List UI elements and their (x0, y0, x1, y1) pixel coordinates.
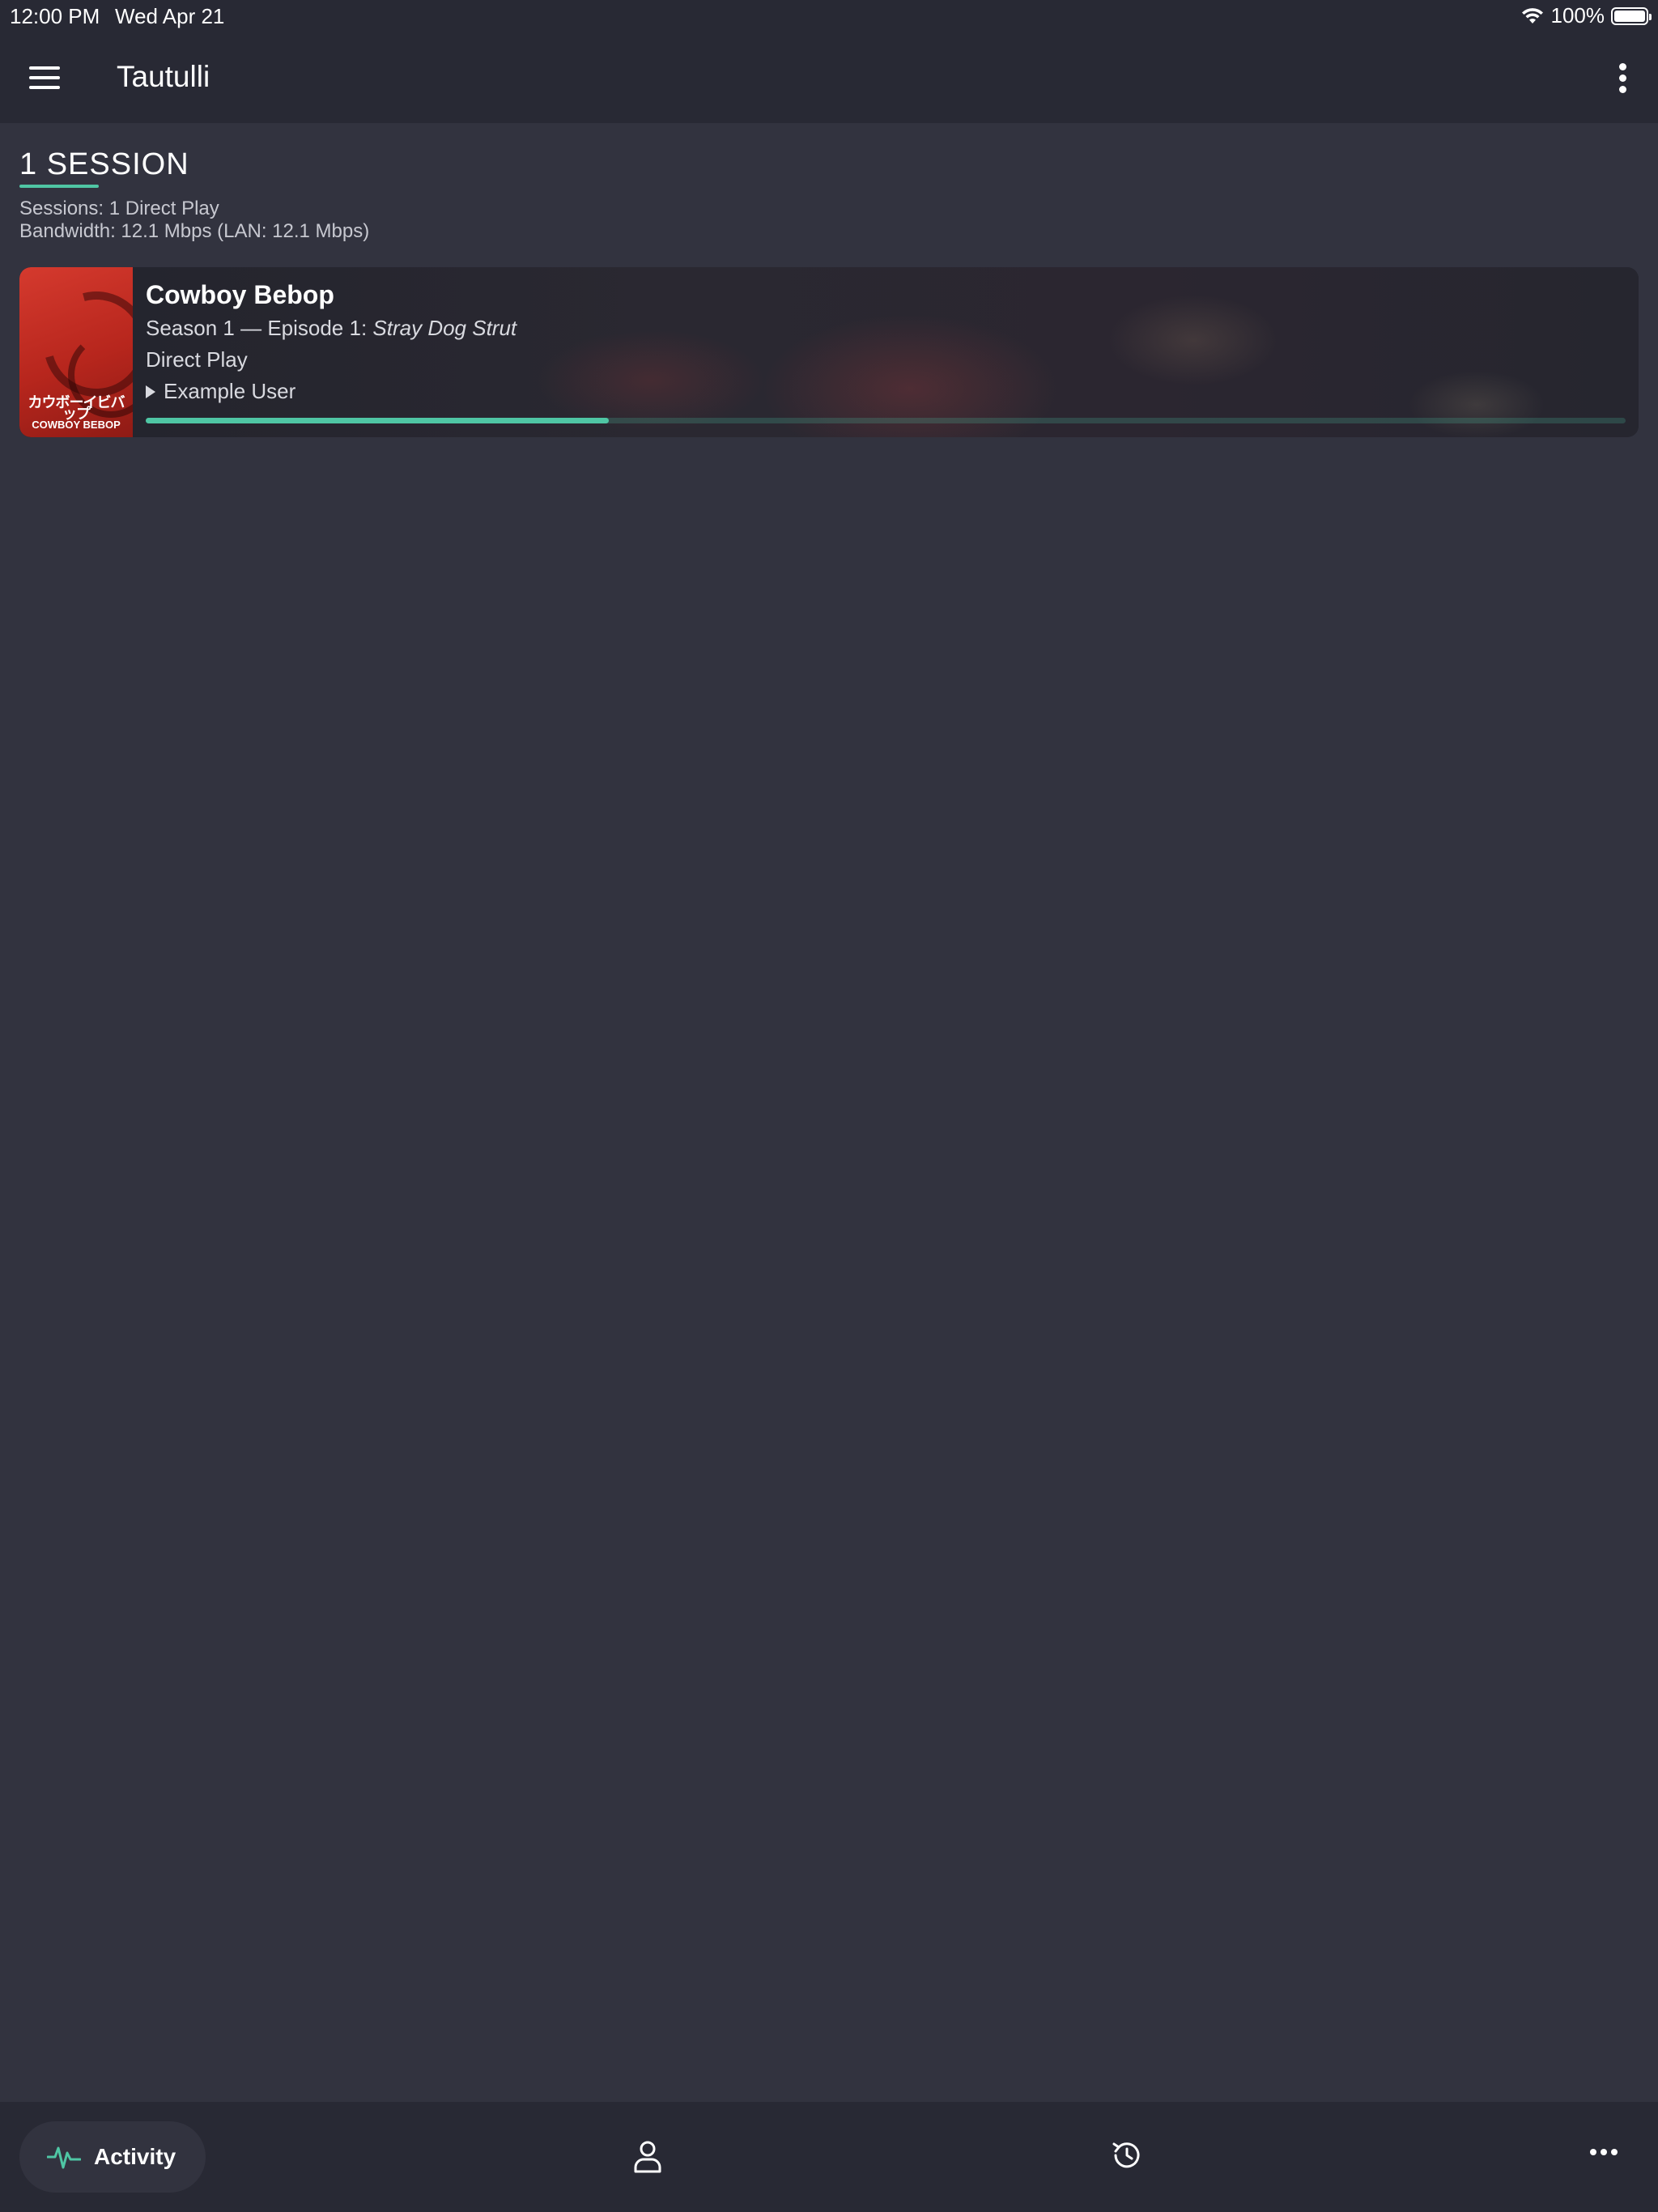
play-icon (146, 385, 155, 398)
battery-icon (1611, 6, 1652, 25)
nav-users[interactable] (633, 2139, 662, 2177)
playback-progress-fill (146, 418, 610, 423)
episode-title: Stray Dog Strut (372, 316, 517, 340)
vertical-dots-icon[interactable] (1618, 63, 1627, 94)
bandwidth-summary: Bandwidth: 12.1 Mbps (LAN: 12.1 Mbps) (19, 220, 370, 242)
more-horizontal-icon[interactable] (1590, 2149, 1618, 2155)
status-time: 12:00 PM (10, 4, 100, 28)
session-count-heading: 1 SESSION (19, 147, 189, 181)
session-user: Example User (146, 379, 295, 404)
poster-logo: カウボーイビバップ COWBOY BEBOP (28, 394, 125, 431)
status-date: Wed Apr 21 (115, 4, 225, 28)
session-card[interactable]: カウボーイビバップ COWBOY BEBOP Cowboy Bebop Seas… (19, 267, 1639, 437)
app-bar: Tautulli (0, 32, 1658, 123)
nav-activity-label: Activity (94, 2144, 176, 2169)
session-episode: Season 1 — Episode 1: Stray Dog Strut (146, 316, 517, 340)
status-bar: 12:00 PM Wed Apr 21 100% (0, 0, 1658, 32)
stream-method: Direct Play (146, 347, 248, 372)
user-icon (634, 2141, 661, 2173)
bottom-navigation: Activity (0, 2102, 1658, 2212)
wifi-icon (1521, 7, 1543, 23)
poster-image: カウボーイビバップ COWBOY BEBOP (19, 267, 133, 437)
playback-progress-bar (146, 418, 1626, 423)
heading-underline (19, 185, 99, 188)
session-title: Cowboy Bebop (146, 280, 334, 309)
hamburger-menu-icon[interactable] (29, 66, 60, 89)
history-icon (1112, 2142, 1140, 2168)
battery-percent: 100% (1550, 3, 1605, 28)
session-user-name: Example User (164, 379, 296, 403)
nav-history[interactable] (1111, 2139, 1143, 2176)
activity-pulse-icon (47, 2146, 81, 2169)
status-right: 100% (1520, 3, 1652, 28)
sessions-summary: Sessions: 1 Direct Play (19, 198, 219, 219)
app-title: Tautulli (117, 60, 210, 93)
nav-activity[interactable]: Activity (19, 2121, 206, 2193)
